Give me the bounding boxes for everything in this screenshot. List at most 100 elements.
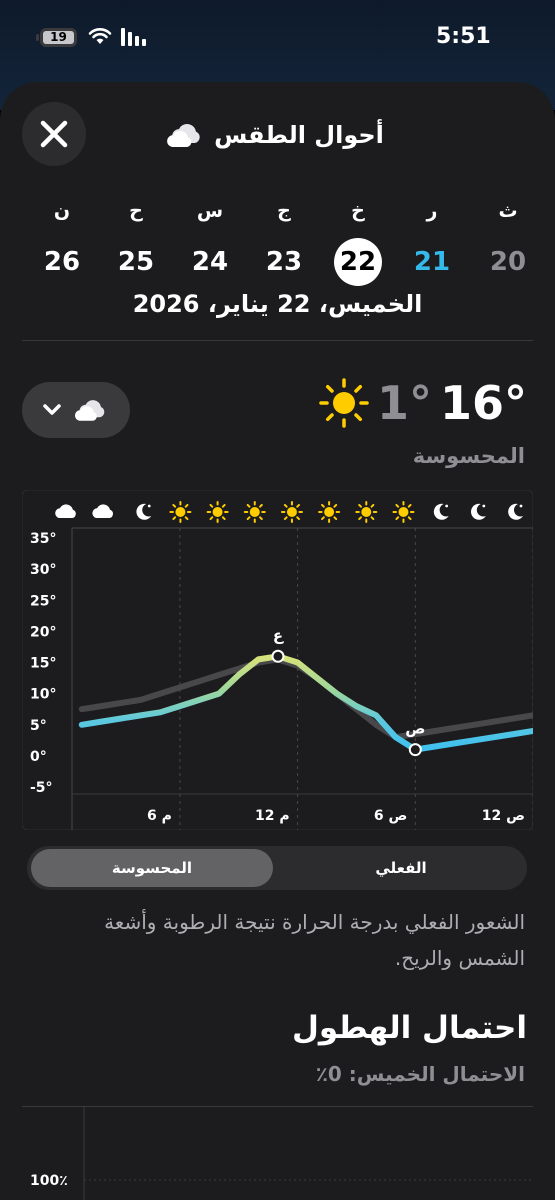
- divider: [22, 340, 533, 341]
- x-tick-label: 12 م: [255, 808, 290, 824]
- precipitation-subtitle: الاحتمال الخميس: 0٪: [315, 1062, 525, 1086]
- battery-level: 19: [43, 31, 74, 44]
- weekday-label: خ: [351, 200, 365, 222]
- date-20[interactable]: 20: [478, 238, 538, 286]
- chevron-down-icon: [43, 404, 61, 415]
- sun-icon: [249, 507, 260, 517]
- sun-icon: [324, 507, 335, 517]
- star-dot: [482, 504, 486, 508]
- sun-ray: [209, 503, 214, 508]
- sun-ray: [259, 503, 263, 508]
- low-temperature: 1°: [376, 376, 432, 430]
- sun-ray: [209, 516, 214, 521]
- x-tick-label: 12 ص: [482, 808, 525, 824]
- precipitation-chart[interactable]: 100٪: [22, 1106, 533, 1200]
- wifi-icon: [88, 28, 112, 44]
- extreme-point-marker: [271, 649, 285, 663]
- sun-ray: [283, 516, 288, 521]
- weather-conditions-sheet: أحوال الطقس ث ر خ ج س ح ن 20 21 22 23 24…: [0, 82, 555, 1200]
- sun-ray: [246, 503, 251, 508]
- weekday-label: ر: [426, 200, 438, 222]
- sun-ray: [395, 516, 400, 521]
- y-tick-label: 0°: [30, 749, 47, 765]
- feels-like-description: الشعور الفعلي بدرجة الحرارة نتيجة الرطوب…: [104, 910, 525, 970]
- sun-ray: [407, 516, 412, 521]
- y-tick-label: 10°: [30, 687, 56, 703]
- y-tick-label: 5°: [30, 718, 47, 734]
- battery-icon: 19: [36, 28, 77, 47]
- star-dot: [519, 504, 523, 508]
- x-tick-label: 6 ص: [374, 808, 407, 824]
- y-tick-label: 25°: [30, 593, 56, 609]
- condition-dropdown-button[interactable]: [22, 382, 130, 438]
- x-tick-label: 6 م: [147, 808, 172, 824]
- cloud-icon: [74, 400, 105, 421]
- sun-ray: [296, 503, 301, 508]
- sun-icon: [286, 507, 297, 517]
- sun-ray: [358, 516, 362, 521]
- sun-icon: [398, 507, 409, 517]
- date-22-selected[interactable]: 22: [334, 238, 382, 286]
- cloud-icon: [55, 504, 76, 518]
- temperature-chart-svg: 35°30°25°20°15°10°5°0°-5°12 ص6 ص12 م6 م …: [22, 490, 533, 830]
- sun-ray: [333, 516, 338, 521]
- sun-icon: [319, 378, 369, 428]
- sun-ray: [221, 503, 226, 508]
- sun-icon: [175, 507, 186, 517]
- weekday-label: ح: [129, 200, 143, 222]
- y-tick-label: 20°: [30, 624, 56, 640]
- sun-ray: [283, 503, 288, 508]
- weekday-label: س: [196, 200, 224, 222]
- star-dot: [147, 504, 151, 508]
- close-icon: [40, 120, 68, 148]
- sun-ray: [370, 516, 375, 521]
- sun-ray: [395, 503, 400, 508]
- y-tick-label: -5°: [30, 780, 53, 796]
- sun-icon: [361, 507, 372, 517]
- date-21-today[interactable]: 21: [402, 238, 462, 286]
- temperature-chart[interactable]: 35° 30° 25° 20° 15° 10° 5° 0° -5° 12 ص6 ص 12 م6 م …: [22, 490, 533, 830]
- sun-ray: [246, 516, 251, 521]
- sun-ray: [221, 516, 226, 521]
- star-dot: [445, 504, 449, 508]
- segment-actual[interactable]: الفعلي: [279, 849, 523, 887]
- extreme-point-marker: [408, 743, 422, 757]
- date-25[interactable]: 25: [106, 238, 166, 286]
- series-line-feels: [78, 653, 533, 753]
- sun-ray: [333, 503, 338, 508]
- date-26[interactable]: 26: [32, 238, 92, 286]
- sun-icon: [212, 507, 223, 517]
- sun-ray: [407, 503, 412, 508]
- cloud-icon: [92, 504, 113, 518]
- extreme-point-label: ع: [273, 626, 284, 644]
- sun-ray: [358, 503, 362, 508]
- date-23[interactable]: 23: [254, 238, 314, 286]
- y-tick-label: 15°: [30, 656, 56, 672]
- sun-ray: [296, 516, 301, 521]
- page-title: أحوال الطقس: [214, 121, 384, 149]
- sun-ray: [172, 516, 177, 521]
- precipitation-chart-svg: 100٪: [22, 1106, 533, 1200]
- sun-ray: [184, 516, 189, 521]
- y-tick-label: 30°: [30, 562, 56, 578]
- date-24[interactable]: 24: [180, 238, 240, 286]
- sun-ray: [259, 516, 263, 521]
- date-27-partial[interactable]: 7: [0, 238, 18, 286]
- cellular-signal-icon: [121, 28, 146, 46]
- status-time: 5:51: [436, 24, 491, 49]
- sheet-header: أحوال الطقس: [150, 118, 400, 152]
- y-tick-label: 35°: [30, 531, 56, 547]
- status-bar: 19 5:51: [0, 0, 555, 70]
- weekday-label: ج: [277, 200, 291, 222]
- sun-ray: [172, 503, 177, 508]
- weekday-label: ث: [498, 200, 518, 222]
- cloud-icon: [167, 124, 200, 147]
- segment-feels-like[interactable]: المحسوسة: [31, 849, 273, 887]
- temperature-summary: 1° 16°: [319, 368, 527, 438]
- chart-mode-segmented-control[interactable]: المحسوسة الفعلي: [27, 846, 527, 890]
- extreme-point-label: ص: [405, 720, 425, 738]
- feels-like-label: المحسوسة: [412, 444, 525, 468]
- precipitation-title: احتمال الهطول: [292, 1010, 527, 1046]
- high-temperature: 16°: [439, 376, 527, 430]
- close-button[interactable]: [22, 102, 86, 166]
